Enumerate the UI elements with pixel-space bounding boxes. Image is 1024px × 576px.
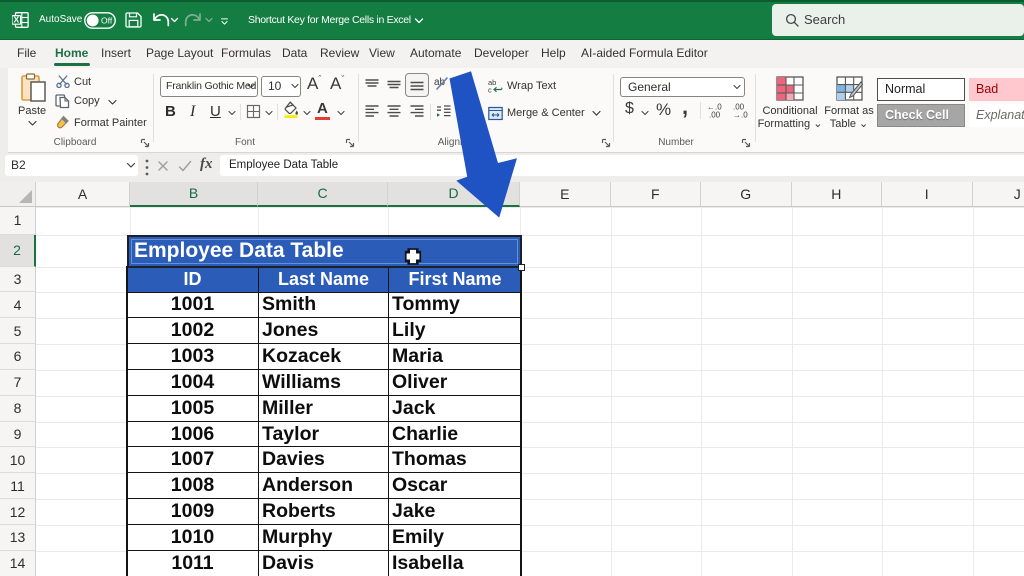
svg-text:Off: Off [101, 16, 113, 26]
svg-text:X: X [13, 14, 19, 24]
svg-text:→.0: →.0 [733, 111, 748, 119]
svg-text:.00: .00 [709, 111, 721, 119]
